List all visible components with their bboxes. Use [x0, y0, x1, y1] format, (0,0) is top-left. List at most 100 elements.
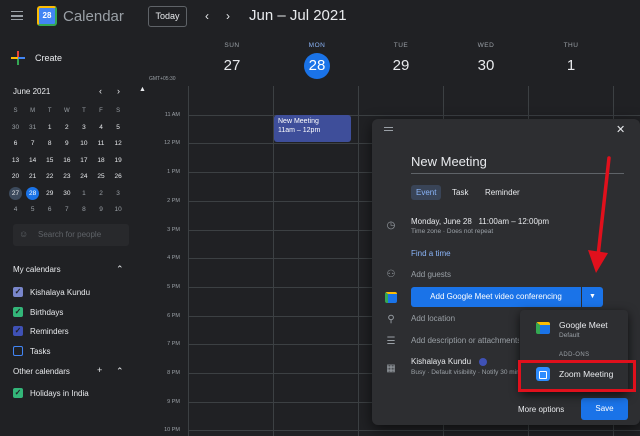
- mini-calendar-day[interactable]: 9: [92, 202, 109, 219]
- mini-calendar-day[interactable]: 8: [41, 136, 58, 153]
- hour-label: 1 PM: [167, 169, 180, 176]
- mini-calendar-day[interactable]: 27: [7, 186, 24, 203]
- previous-period-icon[interactable]: ‹: [201, 9, 213, 23]
- collapse-my-calendars-icon[interactable]: ⌃: [116, 264, 124, 275]
- add-other-calendar-icon[interactable]: +: [97, 365, 102, 375]
- drag-handle-icon[interactable]: [384, 127, 393, 131]
- mini-calendar-day[interactable]: 25: [92, 169, 109, 186]
- mini-calendar-day[interactable]: 10: [75, 136, 92, 153]
- new-meeting-event[interactable]: New Meeting 11am – 12pm: [274, 115, 351, 142]
- mini-calendar-day[interactable]: 13: [7, 153, 24, 170]
- mini-calendar-day[interactable]: 30: [7, 120, 24, 137]
- create-button[interactable]: Create: [6, 46, 70, 71]
- search-people-field[interactable]: ☺ Search for people: [13, 224, 129, 246]
- mini-calendar-day[interactable]: 5: [24, 202, 41, 219]
- next-period-icon[interactable]: ›: [222, 9, 234, 23]
- hour-label: 12 PM: [164, 140, 180, 147]
- mini-calendar-day[interactable]: 2: [58, 120, 75, 137]
- mini-calendar-day[interactable]: 6: [41, 202, 58, 219]
- other-calendars-title[interactable]: Other calendars: [13, 367, 70, 376]
- scroll-up-icon[interactable]: ▲: [139, 86, 146, 93]
- mini-calendar-day[interactable]: 7: [24, 136, 41, 153]
- mini-next-month-icon[interactable]: ›: [117, 86, 120, 96]
- mini-calendar-day[interactable]: 9: [58, 136, 75, 153]
- add-location-field[interactable]: Add location: [411, 314, 455, 323]
- mini-calendar-day[interactable]: 20: [7, 169, 24, 186]
- mini-calendar-day[interactable]: 2: [92, 186, 109, 203]
- mini-calendar-day[interactable]: 15: [41, 153, 58, 170]
- mini-calendar-day[interactable]: 1: [75, 186, 92, 203]
- mini-calendar-day[interactable]: 17: [75, 153, 92, 170]
- find-a-time-link[interactable]: Find a time: [411, 249, 451, 258]
- mini-calendar-day[interactable]: 28: [24, 186, 41, 203]
- mini-prev-month-icon[interactable]: ‹: [99, 86, 102, 96]
- main-menu-icon[interactable]: [11, 11, 23, 20]
- mini-calendar-day[interactable]: 12: [110, 136, 127, 153]
- day-of-week: WED: [477, 42, 495, 49]
- day-header[interactable]: THU 1: [529, 42, 613, 79]
- mini-calendar-day[interactable]: 18: [92, 153, 109, 170]
- mini-calendar-day[interactable]: 5: [110, 120, 127, 137]
- day-header[interactable]: SUN 27: [190, 42, 274, 79]
- mini-calendar-day[interactable]: 31: [24, 120, 41, 137]
- day-number[interactable]: 30: [473, 53, 499, 79]
- mini-calendar-day[interactable]: 10: [110, 202, 127, 219]
- my-calendars-title[interactable]: My calendars: [13, 265, 61, 274]
- day-number: 1: [82, 189, 86, 197]
- calendar-checkbox[interactable]: ✓: [13, 287, 23, 297]
- tab-reminder[interactable]: Reminder: [480, 185, 525, 200]
- collapse-other-calendars-icon[interactable]: ⌃: [116, 366, 124, 377]
- mini-calendar-day[interactable]: 11: [92, 136, 109, 153]
- today-button[interactable]: Today: [148, 6, 187, 27]
- mini-calendar-day[interactable]: 1: [41, 120, 58, 137]
- mini-calendar-day[interactable]: 19: [110, 153, 127, 170]
- more-options-button[interactable]: More options: [518, 405, 564, 414]
- close-icon[interactable]: ✕: [616, 123, 625, 136]
- mini-calendar-day[interactable]: 4: [7, 202, 24, 219]
- mini-calendar-day[interactable]: 26: [110, 169, 127, 186]
- day-number: 30: [63, 189, 71, 197]
- event-date-time[interactable]: Monday, June 28 11:00am – 12:00pm: [411, 217, 549, 226]
- calendar-checkbox[interactable]: ✓: [13, 388, 23, 398]
- tab-task[interactable]: Task: [447, 185, 473, 200]
- mini-calendar-day[interactable]: 7: [58, 202, 75, 219]
- mini-calendar-day[interactable]: 3: [75, 120, 92, 137]
- day-number[interactable]: 28: [304, 53, 330, 79]
- timezone-repeat-note[interactable]: Time zone · Does not repeat: [411, 228, 493, 235]
- mini-calendar-day[interactable]: 30: [58, 186, 75, 203]
- tab-event[interactable]: Event: [411, 185, 442, 200]
- day-header[interactable]: MON 28: [275, 42, 359, 79]
- day-number[interactable]: 1: [558, 53, 584, 79]
- mini-calendar-day[interactable]: 21: [24, 169, 41, 186]
- calendar-owner-name[interactable]: Kishalaya Kundu: [411, 357, 471, 366]
- day-number[interactable]: 27: [219, 53, 245, 79]
- day-header[interactable]: WED 30: [444, 42, 528, 79]
- calendar-checkbox[interactable]: [13, 345, 23, 356]
- calendar-checkbox[interactable]: ✓: [13, 306, 23, 317]
- mini-calendar-day[interactable]: 23: [58, 169, 75, 186]
- event-title-input[interactable]: New Meeting: [411, 154, 487, 169]
- conferencing-dropdown-icon[interactable]: ▼: [582, 287, 603, 307]
- google-meet-option-label: Google Meet: [559, 320, 608, 330]
- mini-calendar-day[interactable]: 4: [92, 120, 109, 137]
- add-google-meet-button[interactable]: Add Google Meet video conferencing: [411, 287, 581, 307]
- add-guests-field[interactable]: Add guests: [411, 270, 451, 279]
- event-time-range[interactable]: 11:00am – 12:00pm: [478, 217, 549, 226]
- mini-calendar-day[interactable]: 6: [7, 136, 24, 153]
- day-header[interactable]: TUE 29: [359, 42, 443, 79]
- mini-calendar-day[interactable]: 16: [58, 153, 75, 170]
- mini-calendar-day[interactable]: 24: [75, 169, 92, 186]
- mini-calendar-day[interactable]: 22: [41, 169, 58, 186]
- save-button[interactable]: Save: [581, 398, 628, 420]
- mini-calendar-day[interactable]: 8: [75, 202, 92, 219]
- mini-calendar-title: June 2021: [13, 87, 51, 96]
- mini-calendar-day[interactable]: 29: [41, 186, 58, 203]
- visibility-notification-note[interactable]: Busy · Default visibility · Notify 30 mi…: [411, 369, 521, 376]
- calendar-checkbox[interactable]: ✓: [13, 326, 23, 336]
- day-number[interactable]: 29: [388, 53, 414, 79]
- mini-calendar-day[interactable]: 3: [110, 186, 127, 203]
- day-number: 4: [13, 206, 18, 213]
- event-date[interactable]: Monday, June 28: [411, 217, 472, 226]
- add-description-field[interactable]: Add description or attachments: [411, 336, 519, 345]
- mini-calendar-day[interactable]: 14: [24, 153, 41, 170]
